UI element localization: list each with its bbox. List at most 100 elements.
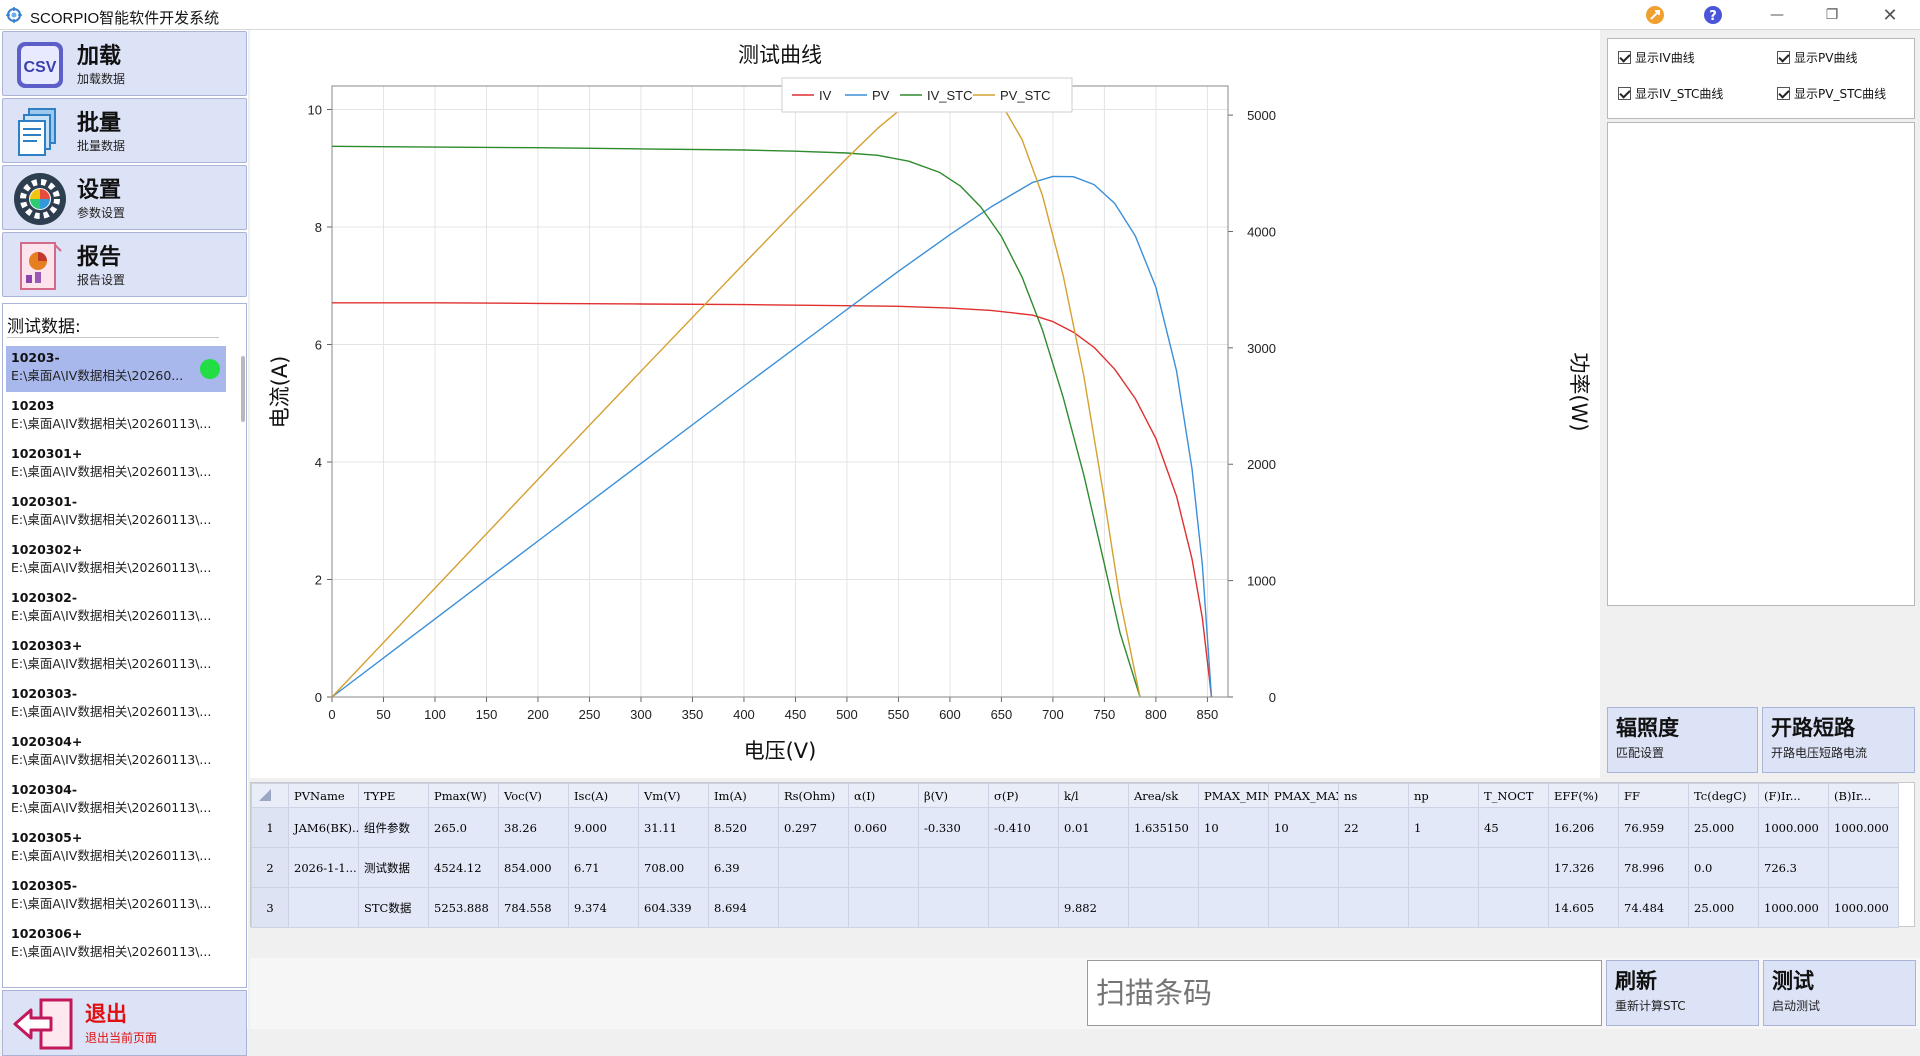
- list-scrollbar[interactable]: [241, 356, 245, 422]
- list-item[interactable]: 1020302- E:\桌面A\IV数据相关\20260113\...: [6, 586, 226, 632]
- table-cell: 76.959: [1618, 807, 1689, 848]
- list-item[interactable]: 1020301- E:\桌面A\IV数据相关\20260113\...: [6, 490, 226, 536]
- column-header[interactable]: T_NOCT: [1478, 783, 1549, 808]
- table-cell: 1: [1408, 807, 1479, 848]
- test-data-list: 测试数据: 10203- E:\桌面A\IV数据相关\20260... 10203 E…: [2, 303, 247, 988]
- y2-tick-label: 2000: [1247, 457, 1276, 472]
- scan-barcode-input[interactable]: [1087, 960, 1602, 1026]
- column-header[interactable]: Tc(degC): [1688, 783, 1759, 808]
- column-header[interactable]: (F)Ir...: [1758, 783, 1829, 808]
- open-short-label: 开路短路: [1771, 716, 1855, 740]
- table-corner[interactable]: [251, 783, 289, 808]
- list-item[interactable]: 1020304+ E:\桌面A\IV数据相关\20260113\...: [6, 730, 226, 776]
- column-header[interactable]: np: [1408, 783, 1479, 808]
- test-button[interactable]: 测试 启动测试: [1763, 960, 1916, 1026]
- show-iv-checkbox[interactable]: 显示IV曲线: [1618, 49, 1695, 66]
- bottom-bar: 刷新 重新计算STC 测试 启动测试: [250, 958, 1920, 1029]
- list-item-name: 1020302-: [11, 590, 78, 605]
- list-item[interactable]: 1020301+ E:\桌面A\IV数据相关\20260113\...: [6, 442, 226, 488]
- load-button[interactable]: CSV 加载 加载数据: [2, 31, 247, 96]
- close-button[interactable]: ✕: [1868, 2, 1912, 28]
- settings-label: 设置: [77, 178, 122, 203]
- x-tick-label: 150: [476, 707, 498, 722]
- show-iv-stc-checkbox[interactable]: 显示IV_STC曲线: [1618, 85, 1723, 102]
- list-item[interactable]: 1020306+ E:\桌面A\IV数据相关\20260113\...: [6, 922, 226, 968]
- minimize-button[interactable]: —: [1755, 2, 1799, 28]
- help-button[interactable]: ?: [1700, 2, 1726, 28]
- column-header[interactable]: TYPE: [358, 783, 429, 808]
- report-button[interactable]: 报告 报告设置: [2, 232, 247, 297]
- list-item[interactable]: 1020303+ E:\桌面A\IV数据相关\20260113\...: [6, 634, 226, 680]
- results-table: PVName TYPE Pmax(W) Voc(V) Isc(A) Vm(V) Im(A) R…: [250, 782, 1915, 928]
- column-header[interactable]: Isc(A): [568, 783, 639, 808]
- column-header[interactable]: PMAX_MAX: [1268, 783, 1339, 808]
- x-tick-label: 600: [939, 707, 961, 722]
- table-cell: 4524.12: [428, 847, 499, 888]
- table-row[interactable]: 3 STC数据 5253.888 784.558 9.374 604.339 8.694 9.…: [251, 887, 1899, 928]
- open-short-button[interactable]: 开路短路 开路电压短路电流: [1762, 707, 1915, 773]
- list-item[interactable]: 10203- E:\桌面A\IV数据相关\20260...: [6, 346, 226, 392]
- table-cell: 854.000: [498, 847, 569, 888]
- column-header[interactable]: EFF(%): [1548, 783, 1619, 808]
- x-tick-label: 550: [888, 707, 910, 722]
- show-pv-stc-checkbox[interactable]: 显示PV_STC曲线: [1777, 85, 1886, 102]
- irradiance-button[interactable]: 辐照度 匹配设置: [1607, 707, 1758, 773]
- x-tick-label: 300: [630, 707, 652, 722]
- column-header[interactable]: ns: [1338, 783, 1409, 808]
- refresh-button[interactable]: 刷新 重新计算STC: [1606, 960, 1759, 1026]
- row-number: 1: [251, 807, 289, 848]
- list-item-path: E:\桌面A\IV数据相关\20260113\...: [11, 848, 212, 863]
- table-cell: 25.000: [1688, 887, 1759, 928]
- select-all-icon: [259, 789, 271, 801]
- list-item[interactable]: 1020303- E:\桌面A\IV数据相关\20260113\...: [6, 682, 226, 728]
- column-header[interactable]: Rs(Ohm): [778, 783, 849, 808]
- column-header[interactable]: β(V): [918, 783, 989, 808]
- exit-button[interactable]: 退出 退出当前页面: [2, 990, 247, 1056]
- column-header[interactable]: PMAX_MIN: [1198, 783, 1269, 808]
- open-short-sub: 开路电压短路电流: [1771, 746, 1868, 760]
- list-item-path: E:\桌面A\IV数据相关\20260113\...: [11, 752, 212, 767]
- column-header[interactable]: k/l: [1058, 783, 1129, 808]
- table-cell: 0.060: [848, 807, 919, 848]
- svg-text:CSV: CSV: [24, 59, 57, 76]
- column-header[interactable]: Im(A): [708, 783, 779, 808]
- column-header[interactable]: Area/sk: [1128, 783, 1199, 808]
- column-header[interactable]: σ(P): [988, 783, 1059, 808]
- column-header[interactable]: FF: [1618, 783, 1689, 808]
- list-item[interactable]: 1020305+ E:\桌面A\IV数据相关\20260113\...: [6, 826, 226, 872]
- row-number: 3: [251, 887, 289, 928]
- legend-label: PV_STC: [1000, 88, 1051, 103]
- column-header[interactable]: PVName: [288, 783, 359, 808]
- table-cell: 5253.888: [428, 887, 499, 928]
- column-header[interactable]: α(I): [848, 783, 919, 808]
- table-cell: 1000.000: [1828, 807, 1899, 848]
- chart-canvas: 0 50 100 150 200 250 300 350 400 450 500 550 600 650 7…: [268, 43, 1591, 763]
- table-cell: [1058, 847, 1129, 888]
- column-header[interactable]: (B)Ir...: [1828, 783, 1899, 808]
- restore-button[interactable]: ❐: [1810, 2, 1854, 28]
- y2-tick-label: 5000: [1247, 108, 1276, 123]
- list-item-path: E:\桌面A\IV数据相关\20260113\...: [11, 704, 212, 719]
- list-item[interactable]: 1020304- E:\桌面A\IV数据相关\20260113\...: [6, 778, 226, 824]
- checkbox-checked-icon: [1618, 87, 1631, 100]
- column-header[interactable]: Vm(V): [638, 783, 709, 808]
- list-item[interactable]: 1020305- E:\桌面A\IV数据相关\20260113\...: [6, 874, 226, 920]
- show-pv-checkbox[interactable]: 显示PV曲线: [1777, 49, 1857, 66]
- batch-button[interactable]: 批量 批量数据: [2, 98, 247, 163]
- settings-button[interactable]: 设置 参数设置: [2, 165, 247, 230]
- table-cell: [778, 847, 849, 888]
- list-item[interactable]: 1020302+ E:\桌面A\IV数据相关\20260113\...: [6, 538, 226, 584]
- batch-sub: 批量数据: [77, 139, 126, 153]
- column-header[interactable]: Pmax(W): [428, 783, 499, 808]
- table-cell: -0.330: [918, 807, 989, 848]
- table-row[interactable]: 1 JAM6(BK)... 组件参数 265.0 38.26 9.000 31.11 8.52…: [251, 807, 1899, 848]
- skin-button[interactable]: [1642, 2, 1668, 28]
- table-cell: [1478, 887, 1549, 928]
- irradiance-label: 辐照度: [1616, 716, 1679, 740]
- list-item[interactable]: 10203 E:\桌面A\IV数据相关\20260113\...: [6, 394, 226, 440]
- help-icon: ?: [1704, 6, 1722, 24]
- table-cell: 25.000: [1688, 807, 1759, 848]
- column-header[interactable]: Voc(V): [498, 783, 569, 808]
- table-row[interactable]: 2 2026-1-1... 测试数据 4524.12 854.000 6.71 708.00…: [251, 847, 1899, 888]
- report-sub: 报告设置: [77, 273, 126, 287]
